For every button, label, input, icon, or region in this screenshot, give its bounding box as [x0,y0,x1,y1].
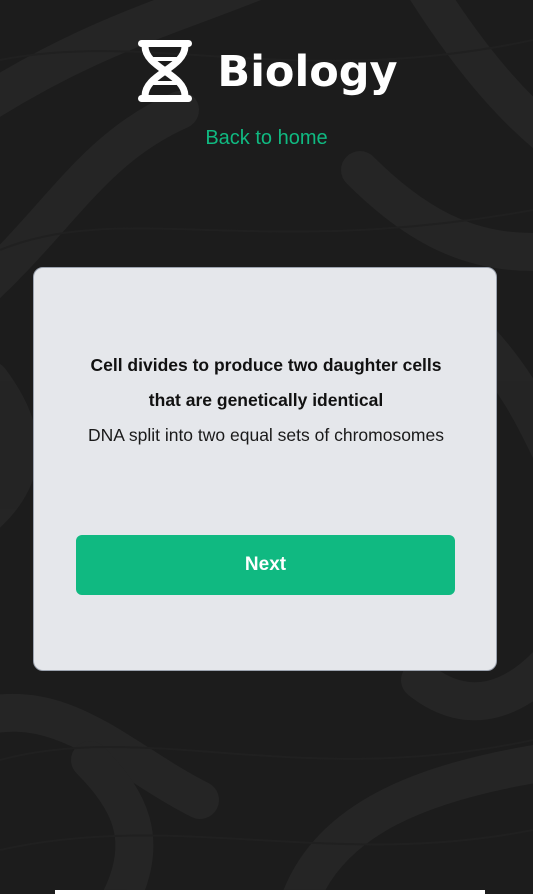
bottom-divider [55,890,485,894]
flashcard-question: Cell divides to produce two daughter cel… [90,355,442,410]
app-page: Biology Back to home Cell divides to pro… [0,0,533,894]
flashcard-content: Cell divides to produce two daughter cel… [74,348,458,453]
flashcard: Cell divides to produce two daughter cel… [33,267,497,671]
header: Biology [0,38,533,104]
dna-icon [138,40,193,102]
next-button[interactable]: Next [76,535,455,595]
flashcard-answer: DNA split into two equal sets of chromos… [88,425,444,445]
back-to-home-link[interactable]: Back to home [0,127,533,150]
app-title: Biology [217,46,398,97]
